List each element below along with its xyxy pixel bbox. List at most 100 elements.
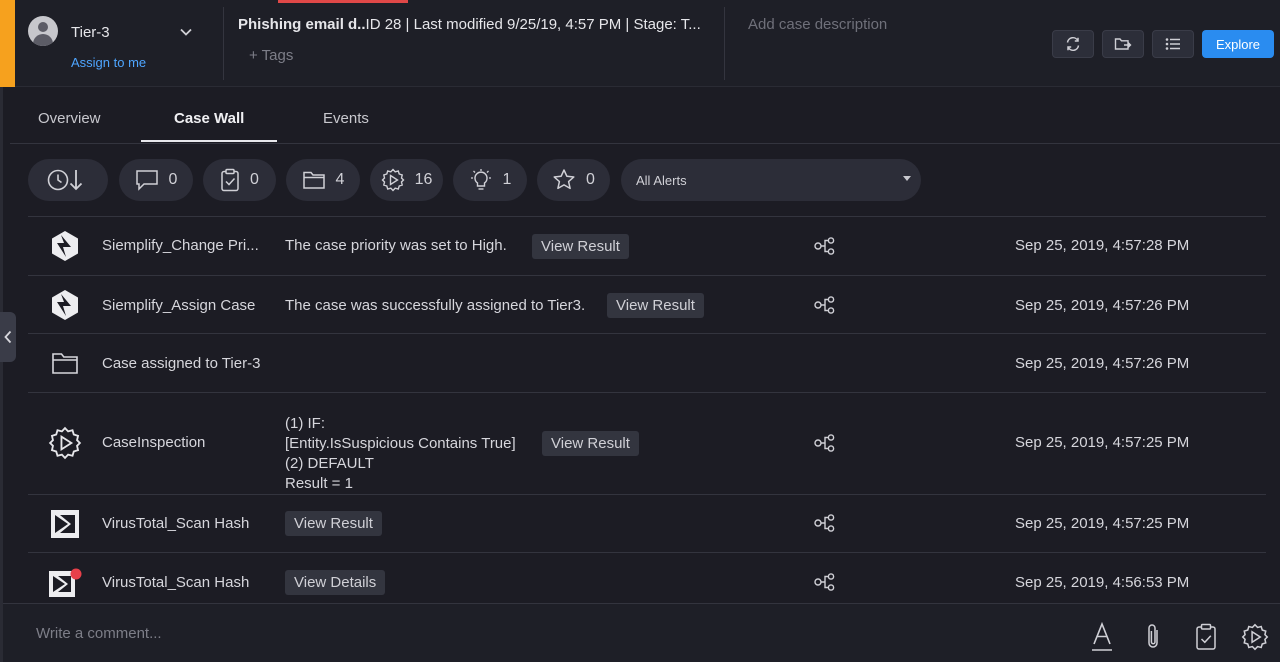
case-title: Phishing email d..ID 28 | Last modified … (238, 16, 718, 33)
row-name: VirusTotal_Scan Hash (102, 515, 250, 532)
comment-bar: Write a comment... (3, 603, 1280, 662)
alerts-select-value: All Alerts (636, 173, 687, 188)
row-timestamp: Sep 25, 2019, 4:57:26 PM (1015, 297, 1190, 314)
row-message: The case was successfully assigned to Ti… (285, 297, 586, 314)
case-wall-list: Siemplify_Change Pri... The case priorit… (28, 216, 1266, 602)
tab-bar: Overview Case Wall Events (10, 96, 1280, 144)
row-name: VirusTotal_Scan Hash (102, 574, 250, 591)
graph-view-icon[interactable] (814, 237, 836, 255)
star-icon (553, 169, 575, 190)
list-item: CaseInspection (1) IF: [Entity.IsSuspici… (28, 393, 1266, 495)
divider (724, 7, 725, 80)
folder-arrow-icon (1114, 38, 1132, 50)
condition-line: (2) DEFAULT (285, 455, 374, 472)
siemplify-logo-icon (48, 288, 82, 322)
text-format-button[interactable] (1089, 622, 1115, 652)
favorites-count: 0 (586, 171, 595, 188)
row-name: Siemplify_Change Pri... (102, 237, 259, 254)
run-playbook-button[interactable] (1240, 622, 1270, 652)
row-name: Case assigned to Tier-3 (102, 355, 261, 372)
tasks-filter[interactable]: 0 (203, 159, 276, 201)
insights-filter[interactable]: 1 (453, 159, 527, 201)
divider (223, 7, 224, 80)
view-result-button[interactable]: View Result (285, 511, 382, 536)
folder-icon (302, 171, 325, 189)
paperclip-icon (1148, 624, 1158, 648)
condition-line: (1) IF: (285, 415, 325, 432)
case-name: Phishing email d.. (238, 16, 366, 33)
active-tab-indicator (141, 140, 277, 142)
chevron-left-icon (4, 330, 12, 344)
comment-icon (135, 170, 158, 191)
row-name: Siemplify_Assign Case (102, 297, 256, 314)
row-timestamp: Sep 25, 2019, 4:56:53 PM (1015, 574, 1190, 591)
comment-input[interactable]: Write a comment... (36, 625, 162, 642)
row-timestamp: Sep 25, 2019, 4:57:26 PM (1015, 355, 1190, 372)
view-result-button[interactable]: View Result (532, 234, 629, 259)
playbook-gear-icon (48, 426, 82, 460)
refresh-button[interactable] (1052, 30, 1094, 58)
assignee-selector[interactable]: Tier-3 Assign to me (28, 16, 218, 76)
list-item: VirusTotal_Scan Hash View Result Sep 25,… (28, 495, 1266, 553)
row-timestamp: Sep 25, 2019, 4:57:25 PM (1015, 515, 1190, 532)
case-meta: ID 28 | Last modified 9/25/19, 4:57 PM |… (365, 16, 701, 33)
list-icon (1165, 38, 1180, 50)
case-description-field[interactable]: Add case description (748, 16, 887, 33)
graph-view-icon[interactable] (814, 296, 836, 314)
graph-view-icon[interactable] (814, 573, 836, 591)
text-format-icon (1092, 622, 1112, 651)
list-item: Case assigned to Tier-3 Sep 25, 2019, 4:… (28, 334, 1266, 393)
task-clipboard-icon (1196, 623, 1216, 650)
tab-case-wall[interactable]: Case Wall (174, 110, 244, 127)
alerts-select[interactable]: All Alerts (621, 159, 921, 201)
row-timestamp: Sep 25, 2019, 4:57:25 PM (1015, 434, 1190, 451)
playbooks-filter[interactable]: 16 (370, 159, 443, 201)
row-message: The case priority was set to High. (285, 237, 507, 254)
chevron-down-icon[interactable] (180, 26, 192, 38)
attach-button[interactable] (1140, 622, 1166, 652)
virustotal-logo-icon (48, 566, 82, 600)
refresh-icon (1066, 37, 1080, 51)
filter-bar: 0 0 4 16 1 0 All Alerts (0, 159, 1280, 203)
row-timestamp: Sep 25, 2019, 4:57:28 PM (1015, 237, 1190, 254)
caret-down-icon (903, 176, 911, 181)
list-item: VirusTotal_Scan Hash View Details Sep 25… (28, 553, 1266, 602)
tasks-count: 0 (250, 171, 259, 188)
view-result-button[interactable]: View Result (607, 293, 704, 318)
tab-events[interactable]: Events (323, 110, 369, 127)
graph-view-icon[interactable] (814, 514, 836, 532)
attachments-count: 4 (335, 171, 345, 188)
add-task-button[interactable] (1193, 622, 1219, 652)
insights-count: 1 (502, 171, 512, 188)
collapse-panel-button[interactable] (0, 312, 16, 362)
attachments-filter[interactable]: 4 (286, 159, 360, 201)
add-tags-button[interactable]: + Tags (249, 47, 293, 64)
favorites-filter[interactable]: 0 (537, 159, 610, 201)
comments-filter[interactable]: 0 (119, 159, 193, 201)
sort-by-time-filter[interactable] (28, 159, 108, 201)
siemplify-logo-icon (48, 229, 82, 263)
case-header: Tier-3 Assign to me Phishing email d..ID… (0, 0, 1280, 87)
tab-overview[interactable]: Overview (38, 110, 101, 127)
priority-accent-bar (0, 0, 15, 87)
clock-sort-icon (47, 169, 83, 191)
view-details-button[interactable]: View Details (285, 570, 386, 595)
case-list-button[interactable] (1152, 30, 1194, 58)
condition-line: [Entity.IsSuspicious Contains True] (285, 435, 516, 452)
assign-to-me-link[interactable]: Assign to me (71, 55, 146, 70)
task-clipboard-icon (221, 168, 239, 192)
view-result-button[interactable]: View Result (542, 431, 639, 456)
graph-view-icon[interactable] (814, 434, 836, 452)
virustotal-logo-icon (48, 507, 82, 541)
playbooks-count: 16 (414, 171, 433, 188)
row-name: CaseInspection (102, 434, 206, 451)
move-case-button[interactable] (1102, 30, 1144, 58)
list-item: Siemplify_Assign Case The case was succe… (28, 276, 1266, 334)
assignee-name: Tier-3 (71, 24, 110, 41)
explore-button[interactable]: Explore (1202, 30, 1274, 58)
lightbulb-icon (470, 169, 491, 190)
playbook-gear-icon (381, 168, 405, 192)
condition-line: Result = 1 (285, 475, 353, 492)
row-message: (1) IF: [Entity.IsSuspicious Contains Tr… (285, 414, 516, 494)
playbook-gear-icon (1241, 623, 1269, 651)
